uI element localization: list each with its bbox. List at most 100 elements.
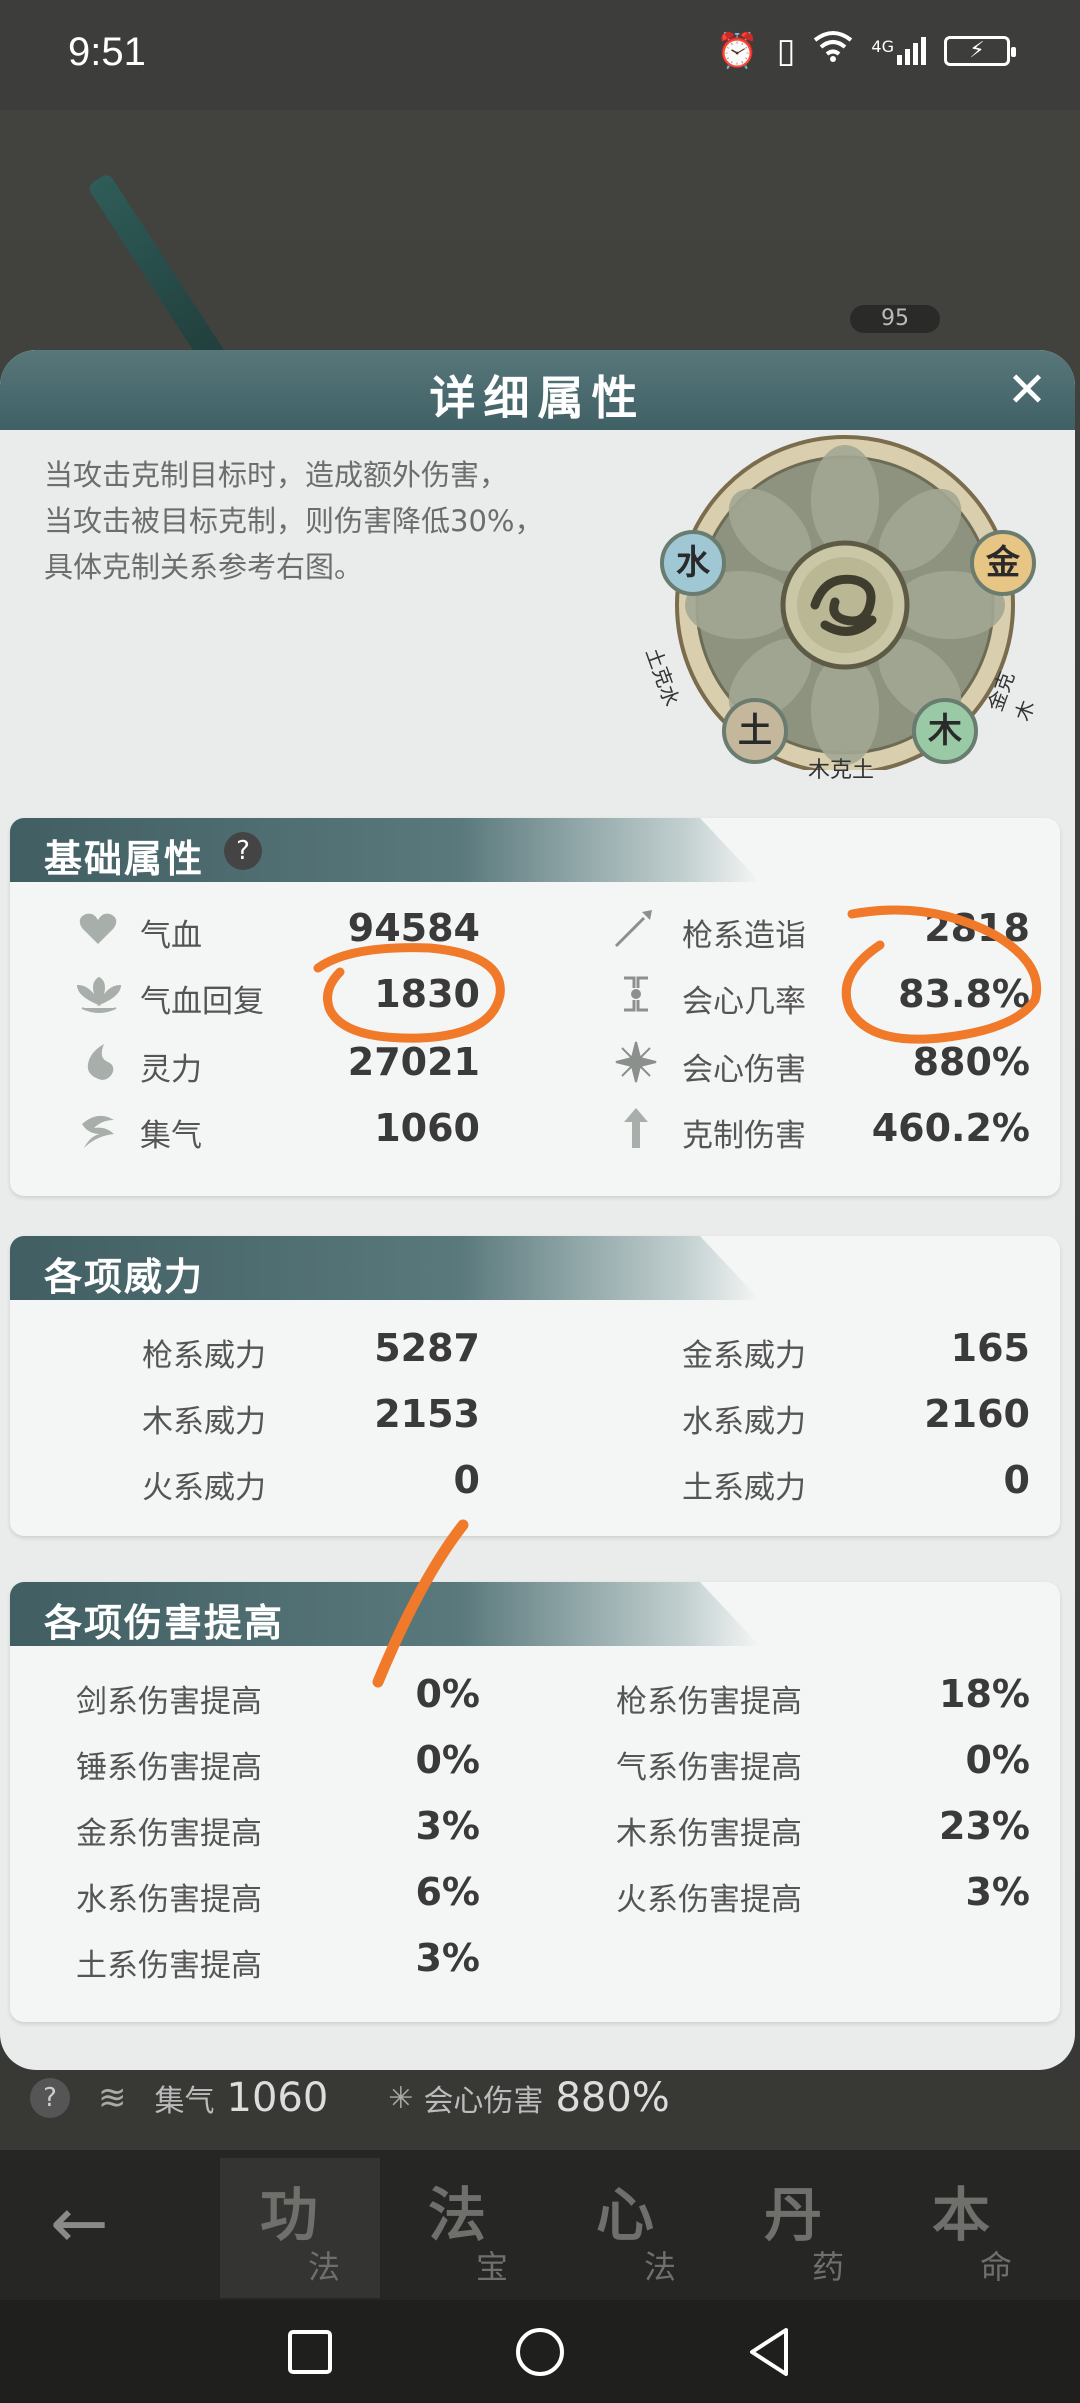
- water-label: 水: [676, 543, 710, 583]
- tab-danyao[interactable]: 丹 药: [724, 2158, 884, 2298]
- tab-xinfa[interactable]: 心 法: [556, 2158, 716, 2298]
- swirl-icon: [82, 1115, 114, 1148]
- vibrate-icon: ▯: [776, 30, 796, 71]
- tab-big-label: 本: [932, 2181, 991, 2249]
- section-title: 各项威力: [44, 1255, 205, 1299]
- tab-fabao[interactable]: 法 宝: [388, 2158, 548, 2298]
- damage-label: 锤系伤害提高: [76, 1750, 262, 1786]
- tab-big-label: 丹: [764, 2181, 823, 2249]
- description-line: 当攻击被目标克制，则伤害降低30%，: [44, 504, 544, 538]
- level-badge: 95: [850, 305, 940, 333]
- arrow-up-icon: [624, 1108, 648, 1148]
- help-icon[interactable]: ?: [224, 832, 262, 870]
- close-icon: ✕: [1006, 362, 1048, 418]
- power-label: 木系威力: [142, 1404, 266, 1440]
- damage-label: 枪系伤害提高: [616, 1684, 802, 1720]
- power-value: 0: [1003, 1458, 1030, 1502]
- power-value: 5287: [374, 1326, 480, 1370]
- bg-crit-dmg-label: 会心伤害: [423, 2084, 544, 2119]
- element-restraint-wheel: 水 金 土 木 土克水 金克木 木克土: [641, 430, 1040, 783]
- tab-small-label: 命: [980, 2248, 1013, 2286]
- power-section: 各项威力 枪系威力 5287 木系威力 2153 火系威力 0 金系威力 165…: [10, 1236, 1060, 1536]
- wifi-icon: [813, 30, 853, 71]
- wood-label: 木: [928, 711, 962, 751]
- tab-small-label: 宝: [476, 2248, 509, 2286]
- status-time: 9:51: [68, 30, 146, 74]
- detail-attributes-panel: 详细属性 ✕ 当攻击克制目标时，造成额外伤害， 当攻击被目标克制，则伤害降低30…: [0, 350, 1075, 2070]
- spear-icon: [614, 910, 652, 948]
- element-wood-badge: 木: [912, 698, 978, 764]
- stat-value: 94584: [347, 906, 480, 950]
- lotus-icon: [76, 976, 122, 1013]
- tab-small-label: 法: [308, 2248, 341, 2286]
- back-arrow-icon: ←: [50, 2182, 109, 2264]
- power-label: 水系威力: [682, 1404, 806, 1440]
- background-stats-row: ? ≋ 集气 1060 ✳ 会心伤害 880%: [30, 2068, 1050, 2128]
- power-label: 枪系威力: [142, 1338, 266, 1374]
- damage-value: 0%: [415, 1672, 480, 1716]
- power-value: 2153: [374, 1392, 480, 1436]
- stat-value: 83.8%: [898, 972, 1030, 1016]
- help-icon: ?: [30, 2078, 70, 2118]
- damage-boost-section: 各项伤害提高 剑系伤害提高 0% 锤系伤害提高 0% 金系伤害提高 3% 水系伤…: [10, 1582, 1060, 2022]
- back-button[interactable]: ←: [50, 2188, 140, 2258]
- system-nav-bar: [0, 2300, 1080, 2403]
- network-type: 4G: [871, 36, 894, 56]
- restraint-description: 当攻击克制目标时，造成额外伤害， 当攻击被目标克制，则伤害降低30%， 具体克制…: [44, 452, 604, 590]
- damage-value: 0%: [965, 1738, 1030, 1782]
- description-line: 当攻击克制目标时，造成额外伤害，: [44, 458, 509, 492]
- section-title: 基础属性: [44, 837, 205, 881]
- crit-icon: [624, 976, 648, 1012]
- burst-icon: ✳: [388, 2080, 414, 2116]
- earth-label: 土: [738, 711, 772, 751]
- home-button[interactable]: [512, 2324, 568, 2380]
- recents-button[interactable]: [282, 2324, 338, 2380]
- damage-label: 土系伤害提高: [76, 1948, 262, 1984]
- tab-small-label: 药: [812, 2248, 845, 2286]
- swirl-icon: ≋: [98, 2078, 127, 2118]
- heart-icon: [79, 913, 117, 944]
- stat-value: 2818: [924, 906, 1030, 950]
- stat-label: 会心几率: [682, 984, 806, 1020]
- damage-value: 23%: [939, 1804, 1030, 1848]
- wheel-graphic: [675, 435, 1015, 775]
- status-icons: ⏰ ▯ 4G ⚡: [716, 30, 1016, 71]
- damage-value: 0%: [415, 1738, 480, 1782]
- element-metal-badge: 金: [970, 530, 1036, 596]
- tab-benming[interactable]: 本 命: [892, 2158, 1052, 2298]
- stat-value: 1830: [374, 972, 480, 1016]
- stat-value: 27021: [347, 1040, 480, 1084]
- stat-label: 集气: [140, 1118, 202, 1154]
- flame-icon: [87, 1044, 114, 1080]
- section-title: 各项伤害提高: [44, 1601, 285, 1645]
- tab-big-label: 法: [428, 2181, 487, 2249]
- power-value: 2160: [924, 1392, 1030, 1436]
- tab-big-label: 功: [260, 2181, 319, 2249]
- power-value: 0: [453, 1458, 480, 1502]
- close-button[interactable]: ✕: [999, 362, 1055, 418]
- panel-title: 详细属性: [429, 371, 646, 425]
- status-bar: 9:51 ⏰ ▯ 4G ⚡: [0, 0, 1080, 110]
- power-label: 土系威力: [682, 1470, 806, 1506]
- tab-gongfa[interactable]: 功 法: [220, 2158, 380, 2298]
- stat-label: 会心伤害: [682, 1052, 806, 1088]
- stat-label: 枪系造诣: [682, 918, 806, 954]
- stat-value: 460.2%: [871, 1106, 1030, 1150]
- alarm-icon: ⏰: [716, 30, 759, 71]
- section-header: 各项伤害提高: [10, 1582, 760, 1646]
- back-nav-button[interactable]: [742, 2324, 798, 2380]
- stat-label: 气血回复: [140, 984, 264, 1020]
- bg-jiqi-value: 1060: [226, 2075, 329, 2121]
- element-earth-badge: 土: [722, 698, 788, 764]
- damage-label: 金系伤害提高: [76, 1816, 262, 1852]
- power-label: 火系威力: [142, 1470, 266, 1506]
- damage-value: 3%: [415, 1804, 480, 1848]
- stat-value: 1060: [374, 1106, 480, 1150]
- tab-big-label: 心: [596, 2181, 655, 2249]
- damage-label: 木系伤害提高: [616, 1816, 802, 1852]
- power-value: 165: [950, 1326, 1030, 1370]
- stat-label: 克制伤害: [682, 1118, 806, 1154]
- damage-label: 火系伤害提高: [616, 1882, 802, 1918]
- damage-value: 3%: [965, 1870, 1030, 1914]
- damage-value: 6%: [415, 1870, 480, 1914]
